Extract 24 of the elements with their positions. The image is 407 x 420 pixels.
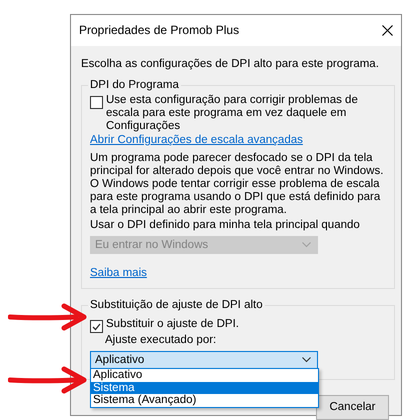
dropdown-option[interactable]: Aplicativo <box>91 369 318 382</box>
prompt-text: Usar o DPI definido para minha tela principal quando <box>90 219 361 232</box>
checkbox[interactable] <box>90 96 103 109</box>
arrow-icon <box>8 303 88 331</box>
arrow-icon <box>8 366 88 394</box>
dropdown-option[interactable]: Sistema (Avançado) <box>91 394 318 406</box>
cancel-button[interactable]: Cancelar <box>316 395 389 420</box>
dropdown-option[interactable]: Sistema <box>91 382 318 394</box>
group-title: Substituição de ajuste de DPI alto <box>89 299 264 312</box>
group-title: DPI do Programa <box>89 79 180 92</box>
window-title: Propriedades de Promob Plus <box>79 24 240 37</box>
checkbox-label[interactable]: Substituir o ajuste de DPI. <box>106 318 239 331</box>
description-text: Um programa pode parecer desfocado se o DPI da tela principal for alterado depois que você entrar no Windows. O Windows pode tentar corrigir esse problema de escala para este programa usando o DPI que está definido para a tela principal ao abrir este programa. <box>90 152 384 217</box>
chevron-down-icon <box>302 242 311 248</box>
sublabel-text: Ajuste executado por: <box>105 334 218 347</box>
dropdown[interactable]: Aplicativo <box>90 351 318 369</box>
checkbox-label[interactable]: Use esta configuração para corrigir problemas de escala para este programa em vez daquele em Configurações <box>106 94 378 133</box>
advanced-scaling-link[interactable]: Abrir Configurações de escala avançadas <box>90 134 303 146</box>
checkmark-icon <box>92 322 101 330</box>
close-icon[interactable] <box>382 25 393 36</box>
checkbox[interactable] <box>90 320 103 333</box>
chevron-down-icon <box>302 357 311 363</box>
learn-more-link[interactable]: Saiba mais <box>90 267 147 279</box>
intro-text: Escolha as configurações de DPI alto para este programa. <box>81 58 380 71</box>
